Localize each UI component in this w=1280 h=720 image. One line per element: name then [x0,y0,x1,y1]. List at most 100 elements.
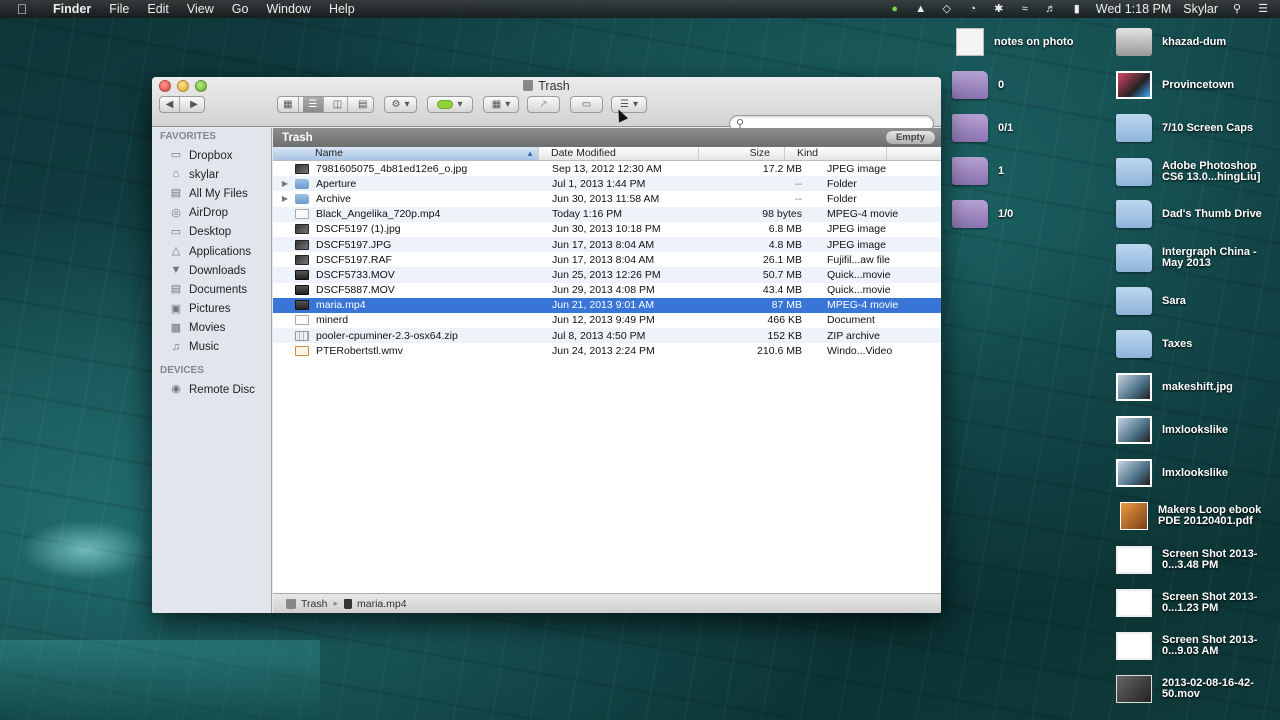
desktop-item[interactable]: 0/1 [952,114,1102,142]
pdf-icon [1120,502,1148,530]
file-row[interactable]: DSCF5733.MOV Jun 25, 2013 12:26 PM 50.7 MB… [273,267,941,283]
folder-file-icon [295,178,309,189]
desktop-item[interactable]: Sara [1116,287,1278,315]
menu-window[interactable]: Window [257,2,319,16]
empty-trash-button[interactable]: Empty [886,131,935,144]
desktop-item-label: 2013-02-08-16-42-50.mov [1162,677,1254,700]
file-row[interactable]: Black_Angelika_720p.mp4 Today 1:16 PM 98 b… [273,206,941,222]
file-kind: ZIP archive [827,329,880,342]
desktop-item[interactable]: Adobe Photoshop CS6 13.0...hingLiu] [1116,158,1278,186]
desktop-item[interactable]: 7/10 Screen Caps [1116,114,1278,142]
file-row[interactable]: maria.mp4 Jun 21, 2013 9:01 AM 87 MB MPEG-4… [273,297,941,313]
file-row[interactable]: pooler-cpuminer-2.3-osx64.zip Jul 8, 2013… [273,328,941,344]
sidebar-item-documents[interactable]: ▤ Documents [152,280,271,299]
desktop-item-label: Taxes [1162,337,1193,350]
desktop-item[interactable]: khazad-dum [1116,28,1278,56]
sidebar-item-label: AirDrop [189,207,228,220]
sidebar-item-remote-disc[interactable]: ◉ Remote Disc [152,380,271,399]
desktop-item[interactable]: makeshift.jpg [1116,373,1278,401]
menu-app-finder[interactable]: Finder [44,2,100,16]
back-icon[interactable]: ◀ [160,97,181,112]
label-color-button[interactable]: ▾ [427,96,473,113]
file-row[interactable]: DSCF5197 (1).jpg Jun 30, 2013 10:18 PM 6.8… [273,222,941,237]
menu-help[interactable]: Help [320,2,364,16]
path-item[interactable]: Trash [301,598,327,610]
menu-clock[interactable]: Wed 1:18 PM [1096,2,1172,16]
file-row[interactable]: DSCF5887.MOV Jun 29, 2013 4:08 PM 43.4 MB Q… [273,283,941,298]
desktop-item[interactable]: 1/0 [952,200,1102,228]
desktop-item[interactable]: Dad's Thumb Drive [1116,200,1278,228]
column-view-icon[interactable]: ◫ [328,97,349,112]
menu-go[interactable]: Go [223,2,258,16]
desktop-item[interactable]: Makers Loop ebook PDE 20120401.pdf [1116,502,1278,530]
forward-icon[interactable]: ▶ [184,97,204,112]
column-header-date[interactable]: Date Modified [539,147,699,160]
menu-bar:  Finder File Edit View Go Window Help ●… [0,0,1280,18]
evernote-icon[interactable]: ● [888,3,902,15]
column-header-name[interactable]: Name ▲ [273,147,539,160]
column-header-size[interactable]: Size [699,147,785,160]
menu-user[interactable]: Skylar [1183,2,1218,16]
folder-icon [1116,114,1152,142]
desktop-item[interactable]: Screen Shot 2013-0...3.48 PM [1116,546,1278,574]
column-header-kind[interactable]: Kind [785,147,887,160]
desktop-item[interactable]: Screen Shot 2013-0...1.23 PM [1116,589,1278,617]
desktop-item[interactable]: 0 [952,71,1102,99]
path-item[interactable]: maria.mp4 [357,598,407,610]
icon-view-icon[interactable]: ▦ [278,97,299,112]
file-row[interactable]: ▶ Archive Jun 30, 2013 11:58 AM -- Folder [273,191,941,206]
menu-file[interactable]: File [100,2,138,16]
hat-icon[interactable]: ▲ [914,3,928,15]
file-date: Jun 24, 2013 2:24 PM [552,344,655,357]
desktop-item[interactable]: Screen Shot 2013-0...9.03 AM [1116,632,1278,660]
desktop-item[interactable]: 2013-02-08-16-42-50.mov [1116,675,1278,703]
screenshot-icon [1116,632,1152,660]
spotlight-icon[interactable]: ⚲ [1230,3,1244,15]
sidebar-item-dropbox[interactable]: ▭ Dropbox [152,146,271,165]
file-row[interactable]: DSCF5197.RAF Jun 17, 2013 8:04 AM 26.1 MB F… [273,252,941,267]
arrange-button[interactable]: ▦ ▾ [483,96,519,113]
time-machine-icon[interactable]: ◔ [966,3,980,15]
sidebar-item-music[interactable]: ♫ Music [152,338,271,357]
sidebar-item-downloads[interactable]: ▼ Downloads [152,261,271,280]
file-row[interactable]: 7981605075_4b81ed12e6_o.jpg Sep 13, 2012 … [273,161,941,176]
file-date: Today 1:16 PM [552,208,623,221]
window-titlebar[interactable]: Trash ◀ ▶ ▦ ☰ ◫ ▤ ⚙ ▾ ▾ ▦ ▾ ↗ ▭ ☰ ▾ ⚲ [152,77,941,132]
disclosure-triangle-icon[interactable]: ▶ [273,194,291,203]
sidebar-item-movies[interactable]: ▩ Movies [152,319,271,338]
volume-icon[interactable]: ♬ [1044,3,1058,15]
sidebar-item-airdrop[interactable]: ◎ AirDrop [152,204,271,223]
menu-view[interactable]: View [178,2,223,16]
bluetooth-icon[interactable]: ✱ [992,3,1006,15]
sidebar-item-pictures[interactable]: ▣ Pictures [152,300,271,319]
sidebar-item-skylar[interactable]: ⌂ skylar [152,165,271,184]
file-row[interactable]: ▶ Aperture Jul 1, 2013 1:44 PM -- Folder [273,176,941,192]
dropbox-icon[interactable]: ◇ [940,3,954,15]
sidebar-item-desktop[interactable]: ▭ Desktop [152,223,271,242]
desktop-item[interactable]: notes on photo [952,28,1102,56]
cover-flow-icon[interactable]: ▤ [352,97,373,112]
arrange-icon: ▦ [491,99,502,110]
desktop-item[interactable]: lmxlookslike [1116,416,1278,444]
sidebar-item-all-my-files[interactable]: ▤ All My Files [152,184,271,203]
share-button[interactable]: ↗ [527,96,560,113]
desktop-item[interactable]: 1 [952,157,1102,185]
file-row[interactable]: DSCF5197.JPG Jun 17, 2013 8:04 AM 4.8 MB JP… [273,236,941,253]
menu-edit[interactable]: Edit [138,2,178,16]
sidebar-item-applications[interactable]: △ Applications [152,242,271,261]
desktop-item[interactable]: Provincetown [1116,71,1278,99]
connect-button[interactable]: ▭ [570,96,603,113]
list-view-icon[interactable]: ☰ [302,97,324,112]
action-menu-button[interactable]: ⚙ ▾ [384,96,417,113]
file-row[interactable]: minerd Jun 12, 2013 9:49 PM 466 KB Document [273,313,941,328]
file-row[interactable]: PTERobertstl.wmv Jun 24, 2013 2:24 PM 210.… [273,343,941,358]
desktop-item[interactable]: Intergraph China - May 2013 [1116,244,1278,272]
desktop-item[interactable]: lmxlookslike [1116,459,1278,487]
disclosure-triangle-icon[interactable]: ▶ [273,179,291,188]
apple-menu-icon[interactable]:  [0,1,44,17]
battery-icon[interactable]: ▮ [1070,3,1084,15]
desktop-item[interactable]: Taxes [1116,330,1278,358]
file-date: Jul 1, 2013 1:44 PM [552,177,646,190]
notification-center-icon[interactable]: ☰ [1256,3,1270,15]
wifi-icon[interactable]: ≈ [1018,3,1032,15]
